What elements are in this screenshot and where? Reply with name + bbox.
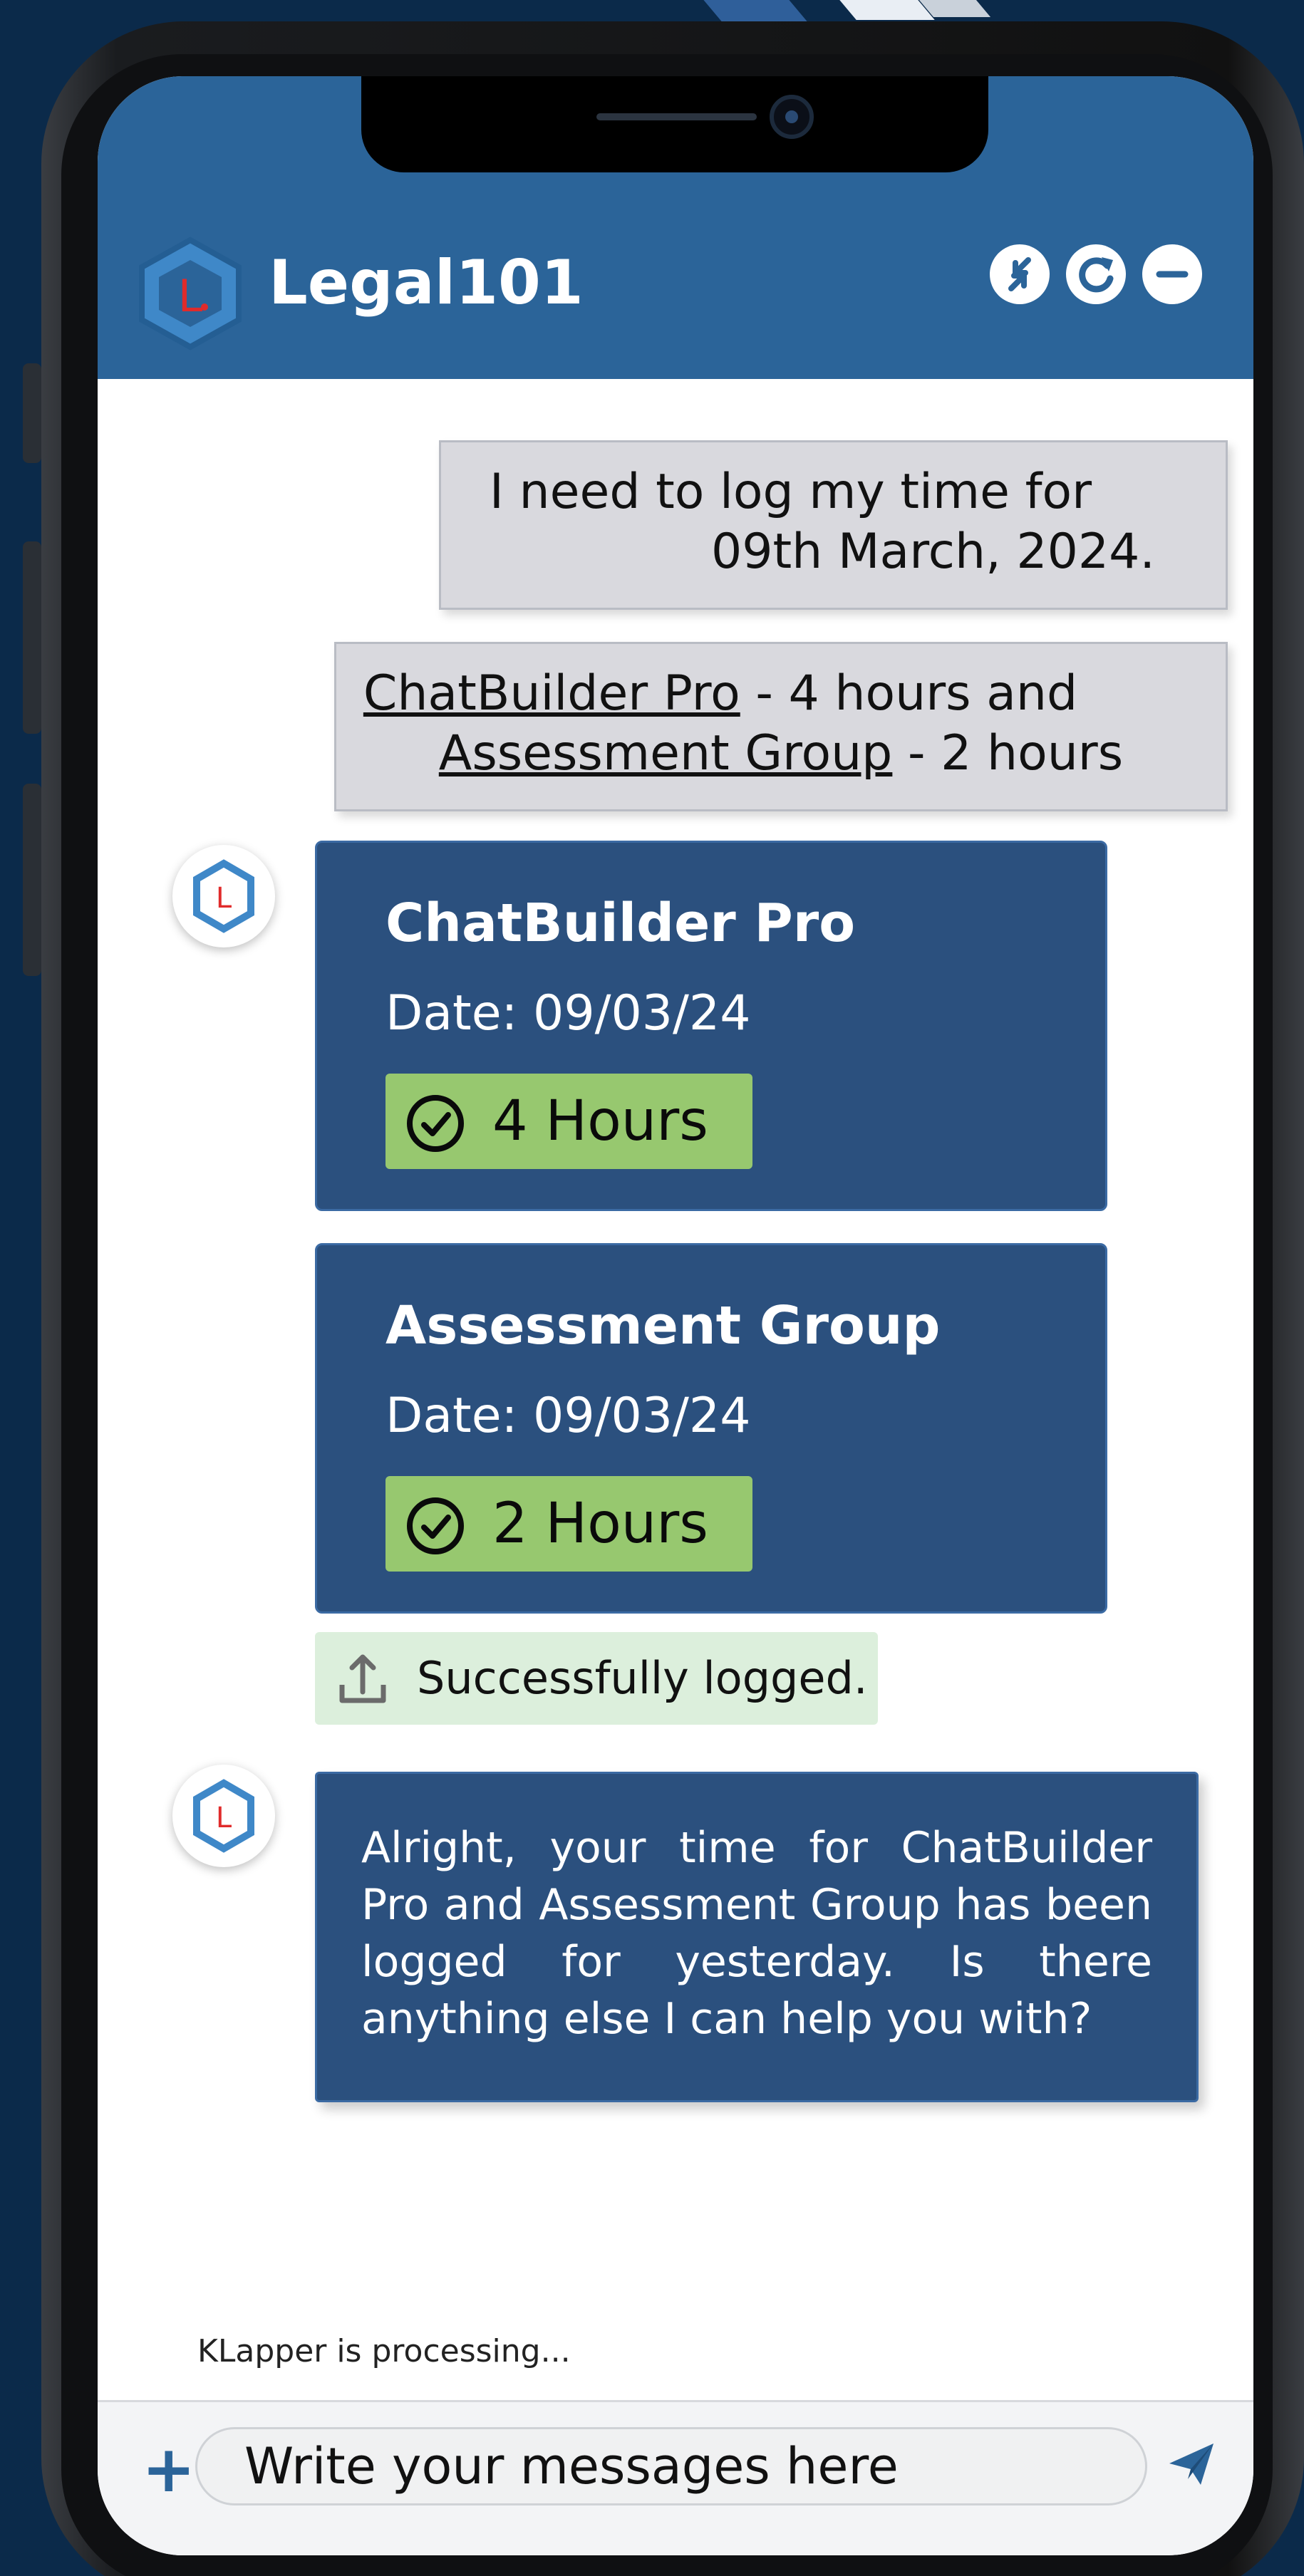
phone-side-button bbox=[23, 541, 41, 734]
bot-avatar: L bbox=[172, 1765, 275, 1867]
bot-message: Alright, your time for ChatBuilder Pro a… bbox=[315, 1772, 1199, 2102]
entry-date: Date: 09/03/24 bbox=[385, 985, 751, 1042]
chat-header: L Legal101 bbox=[98, 76, 1253, 379]
project-name: ChatBuilder Pro bbox=[385, 893, 856, 954]
refresh-icon bbox=[1079, 257, 1114, 293]
phone-notch bbox=[361, 76, 988, 172]
bot-avatar: L bbox=[172, 845, 275, 947]
app-title: Legal101 bbox=[269, 247, 584, 318]
speaker-grille bbox=[596, 113, 757, 120]
phone-side-button bbox=[23, 363, 41, 463]
time-entry-card: ChatBuilder Pro Date: 09/03/24 4 Hours bbox=[315, 841, 1107, 1211]
phone-side-button bbox=[23, 784, 41, 976]
upload-icon bbox=[339, 1654, 386, 1703]
background-stripe bbox=[703, 0, 807, 21]
front-camera bbox=[770, 95, 814, 139]
message-composer: + bbox=[98, 2400, 1253, 2555]
project-name: Assessment Group bbox=[385, 1295, 941, 1356]
entry-date: Date: 09/03/24 bbox=[385, 1388, 751, 1444]
message-input[interactable] bbox=[195, 2427, 1147, 2505]
user-message: I need to log my time for 09th March, 20… bbox=[439, 440, 1228, 610]
user-message: ChatBuilder Pro - 4 hours and Assessment… bbox=[334, 642, 1228, 811]
hours-badge: 2 Hours bbox=[385, 1476, 752, 1572]
minimize-button[interactable] bbox=[1142, 244, 1202, 304]
svg-text:L: L bbox=[178, 270, 203, 322]
hours-value: 4 Hours bbox=[492, 1089, 708, 1153]
status-text: Successfully logged. bbox=[417, 1652, 868, 1704]
minimize-icon bbox=[1156, 271, 1189, 278]
project-link[interactable]: Assessment Group bbox=[439, 725, 893, 781]
svg-text:L: L bbox=[216, 882, 232, 915]
hours-value: 2 Hours bbox=[492, 1492, 708, 1556]
user-message-line: ChatBuilder Pro - 4 hours and bbox=[363, 665, 1078, 722]
svg-text:L: L bbox=[216, 1802, 232, 1834]
compress-icon bbox=[1008, 257, 1031, 291]
status-message: Successfully logged. bbox=[315, 1632, 878, 1725]
app-logo: L bbox=[133, 233, 247, 354]
project-link[interactable]: ChatBuilder Pro bbox=[363, 665, 740, 722]
time-entry-card: Assessment Group Date: 09/03/24 2 Hours bbox=[315, 1243, 1107, 1614]
user-message-line: 09th March, 2024. bbox=[710, 524, 1156, 580]
phone-screen: L Legal101 I need to log my time for 09t… bbox=[98, 76, 1253, 2555]
send-icon[interactable] bbox=[1166, 2439, 1216, 2489]
attach-plus-button[interactable]: + bbox=[142, 2438, 195, 2502]
check-circle-icon bbox=[407, 1095, 464, 1152]
refresh-button[interactable] bbox=[1066, 244, 1126, 304]
compress-button[interactable] bbox=[990, 244, 1050, 304]
background-stripe bbox=[839, 0, 935, 20]
processing-indicator: KLapper is processing... bbox=[197, 2333, 571, 2369]
check-circle-icon bbox=[407, 1497, 464, 1554]
user-message-line: I need to log my time for bbox=[489, 464, 1092, 520]
user-message-line: Assessment Group - 2 hours bbox=[438, 725, 1124, 781]
hours-badge: 4 Hours bbox=[385, 1074, 752, 1169]
